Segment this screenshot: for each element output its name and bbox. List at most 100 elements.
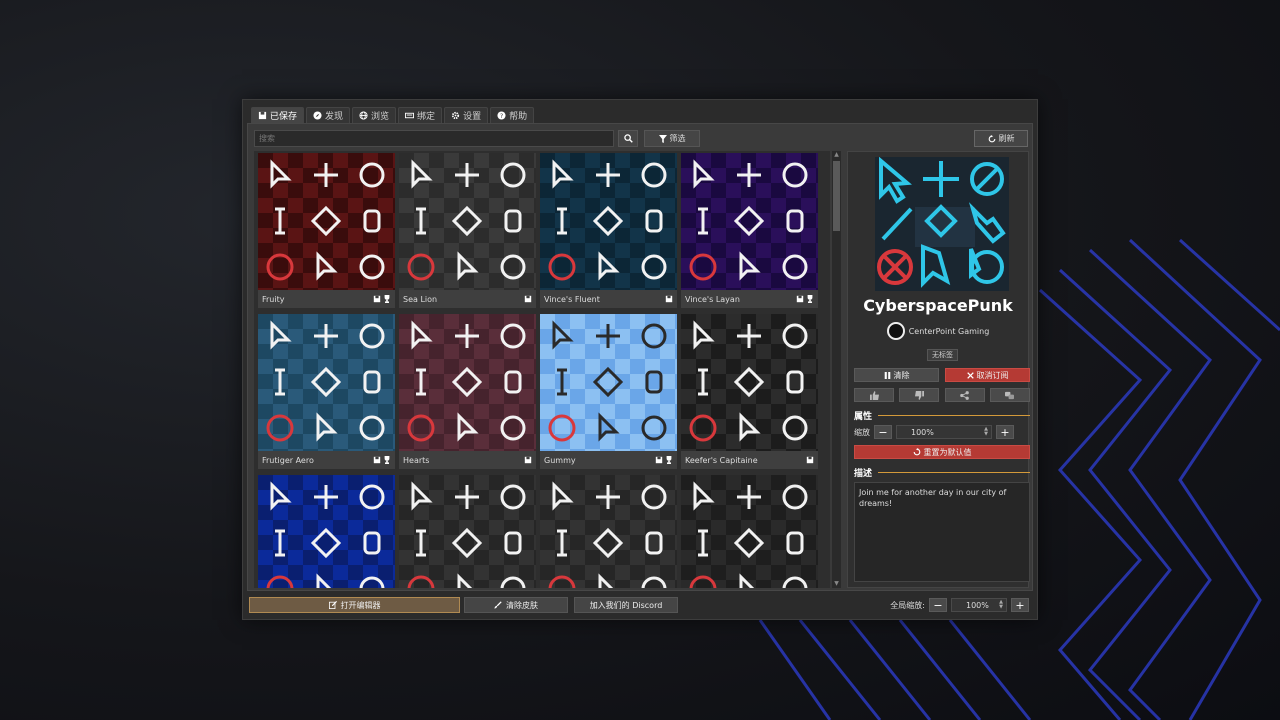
skin-card[interactable]: Frutiger Aero xyxy=(258,314,395,469)
skin-thumbnail xyxy=(258,153,395,290)
thumbs-down-icon xyxy=(914,390,924,400)
tab-bar: 已保存 发现 浏览 绑定 设置 ? 帮助 xyxy=(251,107,535,123)
cursor-glyph xyxy=(733,366,765,398)
comments-button[interactable] xyxy=(989,388,1030,402)
refresh-icon xyxy=(988,134,995,142)
skin-card[interactable]: Fruity xyxy=(258,153,395,308)
skin-card-footer: Gummy xyxy=(540,451,677,469)
cursor-glyph xyxy=(504,370,522,394)
search-input[interactable] xyxy=(254,130,614,147)
properties-header: 属性 xyxy=(854,409,1030,422)
save-icon xyxy=(524,456,532,464)
properties-title: 属性 xyxy=(854,411,873,422)
tab-label: 设置 xyxy=(463,112,482,122)
grid-scrollbar[interactable]: ▲ ▼ xyxy=(832,151,841,588)
cursor-glyph xyxy=(598,412,620,442)
save-icon xyxy=(665,295,673,303)
cursor-glyph xyxy=(270,481,292,511)
trophy-icon xyxy=(806,295,814,303)
cursor-glyph xyxy=(552,159,574,189)
skin-card[interactable]: Sea Lion xyxy=(399,153,536,308)
cursor-preview-icons xyxy=(407,481,526,588)
cursor-glyph xyxy=(359,576,385,588)
skin-thumbnail xyxy=(399,153,536,290)
cursor-glyph xyxy=(359,254,385,280)
zoom-increase-button[interactable]: + xyxy=(996,425,1014,439)
cursor-glyph xyxy=(592,527,624,559)
edit-icon xyxy=(328,601,337,609)
scroll-up-arrow[interactable]: ▲ xyxy=(832,151,841,159)
scroll-thumb[interactable] xyxy=(833,161,840,231)
cursor-glyph xyxy=(557,368,567,396)
tab-help[interactable]: ? 帮助 xyxy=(490,107,535,123)
discord-button[interactable]: 加入我们的 Discord xyxy=(574,597,678,613)
cursor-glyph xyxy=(316,251,338,281)
save-icon xyxy=(258,111,267,120)
clear-button[interactable]: 清除 xyxy=(854,368,939,382)
zoom-decrease-button[interactable]: − xyxy=(874,425,892,439)
cursor-glyph xyxy=(782,162,808,188)
skin-status-icons xyxy=(806,456,814,464)
cursor-glyph xyxy=(407,575,435,588)
global-zoom-decrease-button[interactable]: − xyxy=(929,598,947,612)
cursor-glyph xyxy=(359,484,385,510)
thumbs-up-icon xyxy=(869,390,879,400)
share-button[interactable] xyxy=(944,388,985,402)
tab-browse[interactable]: 浏览 xyxy=(352,107,397,123)
cursor-glyph xyxy=(782,415,808,441)
description-title: 描述 xyxy=(854,468,873,479)
trophy-icon xyxy=(383,456,391,464)
tab-settings[interactable]: 设置 xyxy=(444,107,489,123)
cursor-glyph xyxy=(457,412,479,442)
skin-card[interactable] xyxy=(540,475,677,588)
skin-status-icons xyxy=(655,456,673,464)
skin-status-icons xyxy=(373,456,391,464)
save-icon xyxy=(655,456,663,464)
open-editor-button[interactable]: 打开编辑器 xyxy=(249,597,460,613)
scroll-down-arrow[interactable]: ▼ xyxy=(832,580,841,588)
cursor-glyph xyxy=(596,485,620,509)
skin-card[interactable] xyxy=(399,475,536,588)
author-row[interactable]: CenterPoint Gaming xyxy=(848,322,1028,340)
skin-name: Fruity xyxy=(262,294,285,304)
tab-bind[interactable]: 绑定 xyxy=(398,107,443,123)
like-button[interactable] xyxy=(854,388,894,402)
cursor-glyph xyxy=(689,575,717,588)
skin-card[interactable]: Keefer's Capitaine xyxy=(681,314,818,469)
tab-saved[interactable]: 已保存 xyxy=(251,107,305,123)
compass-icon xyxy=(313,111,322,120)
skin-name: Vince's Layan xyxy=(685,294,740,304)
cursor-glyph xyxy=(598,573,614,588)
skin-card[interactable]: Hearts xyxy=(399,314,536,469)
zoom-field[interactable]: 100% ▲ ▼ xyxy=(896,425,992,439)
refresh-button[interactable]: 刷新 xyxy=(974,130,1028,147)
tab-discover[interactable]: 发现 xyxy=(306,107,351,123)
unsubscribe-button[interactable]: 取消订阅 xyxy=(945,368,1030,382)
description-header: 描述 xyxy=(854,466,1030,479)
cursor-glyph xyxy=(416,368,426,396)
skin-card[interactable]: Vince's Layan xyxy=(681,153,818,308)
cursor-glyph xyxy=(504,531,522,555)
tab-label: 发现 xyxy=(325,112,344,122)
cursor-preview-icons xyxy=(548,320,667,442)
cursor-glyph xyxy=(310,366,342,398)
search-button[interactable] xyxy=(618,130,638,147)
cursor-glyph xyxy=(737,485,761,509)
global-zoom-field[interactable]: 100% ▲ ▼ xyxy=(951,598,1007,612)
skin-card[interactable]: Vince's Fluent xyxy=(540,153,677,308)
dislike-button[interactable] xyxy=(899,388,940,402)
filter-button[interactable]: 筛选 xyxy=(644,130,700,147)
skin-card[interactable]: Gummy xyxy=(540,314,677,469)
cursor-preview-icons xyxy=(548,159,667,281)
global-zoom-spinner[interactable]: ▲ ▼ xyxy=(999,600,1003,610)
cursor-glyph xyxy=(500,576,526,588)
cursor-glyph xyxy=(451,527,483,559)
global-zoom-increase-button[interactable]: + xyxy=(1011,598,1029,612)
clear-skin-button[interactable]: 清除皮肤 xyxy=(464,597,568,613)
skin-card[interactable] xyxy=(681,475,818,588)
cursor-glyph xyxy=(689,253,717,281)
skin-card[interactable] xyxy=(258,475,395,588)
share-icon xyxy=(960,390,969,400)
zoom-spinner[interactable]: ▲ ▼ xyxy=(984,427,988,437)
reset-defaults-button[interactable]: 重置为默认值 xyxy=(854,445,1030,459)
